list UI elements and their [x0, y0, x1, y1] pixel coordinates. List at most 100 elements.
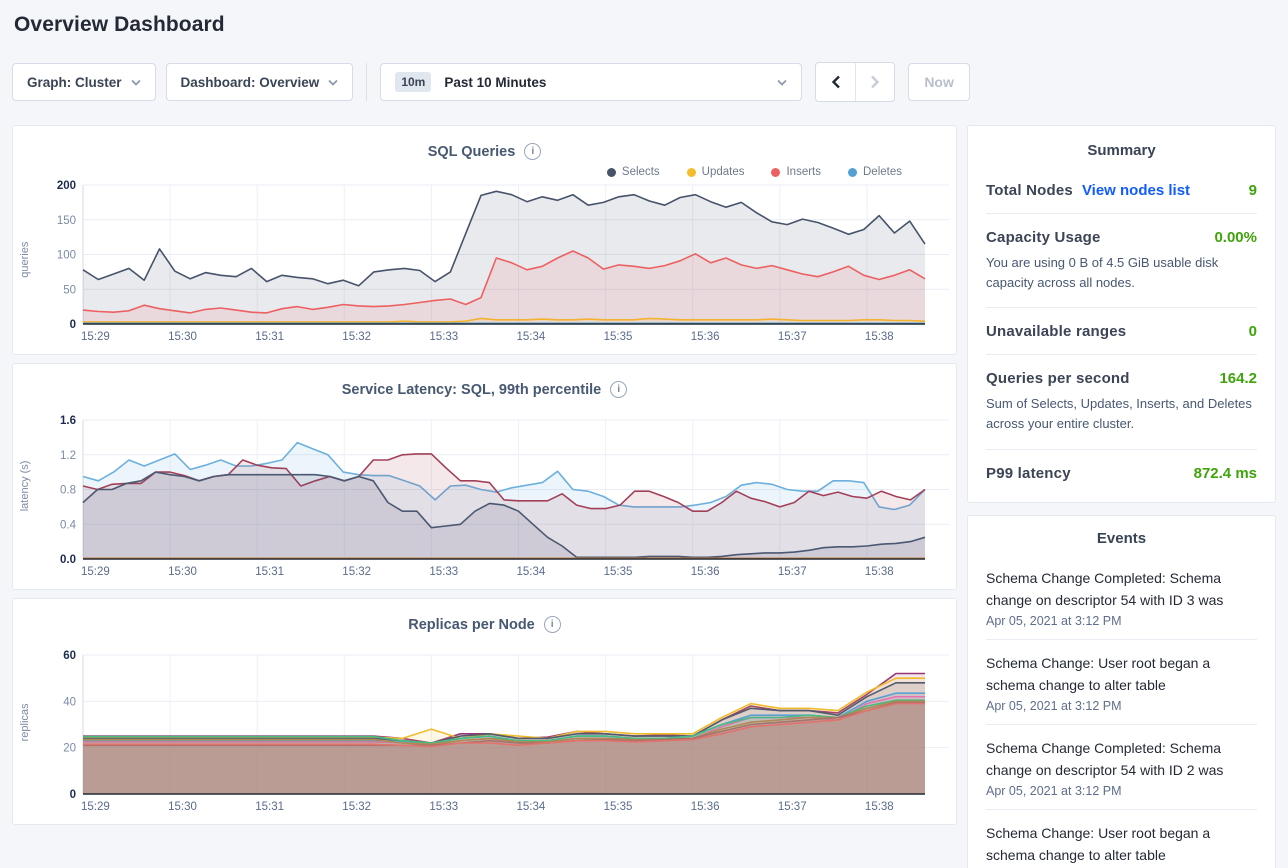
time-step-buttons — [815, 62, 895, 102]
replicas-per-node-chart[interactable]: 020406015:2915:3015:3115:3215:3315:3415:… — [21, 648, 953, 820]
legend-label: Deletes — [863, 166, 902, 178]
event-item: Schema Change: User root began a schema … — [986, 810, 1257, 868]
legend-item: Deletes — [848, 166, 902, 178]
svg-text:1.2: 1.2 — [60, 450, 76, 462]
legend-item: Inserts — [771, 166, 821, 178]
dashboard-dropdown[interactable]: Dashboard: Overview — [166, 63, 354, 101]
svg-text:15:29: 15:29 — [81, 331, 110, 343]
svg-text:15:32: 15:32 — [342, 801, 371, 813]
overview-dashboard-page: Overview Dashboard Graph: Cluster Dashbo… — [0, 0, 1288, 868]
event-item: Schema Change Completed: Schema change o… — [986, 725, 1257, 810]
svg-text:15:34: 15:34 — [517, 331, 546, 343]
svg-text:200: 200 — [57, 180, 76, 192]
y-axis-unit-label: queries — [19, 242, 31, 278]
svg-text:15:38: 15:38 — [865, 566, 894, 578]
summary-value: 0.00% — [1214, 229, 1257, 246]
time-range-label: Past 10 Minutes — [444, 75, 546, 90]
event-timestamp: Apr 05, 2021 at 3:12 PM — [986, 614, 1257, 628]
chart-title-row: SQL Queries i — [13, 126, 956, 160]
chart-body: replicas 020406015:2915:3015:3115:3215:3… — [13, 633, 956, 820]
summary-subtext: Sum of Selects, Updates, Inserts, and De… — [986, 394, 1257, 434]
svg-text:150: 150 — [57, 215, 76, 227]
svg-text:15:36: 15:36 — [691, 801, 720, 813]
svg-text:15:32: 15:32 — [342, 331, 371, 343]
svg-text:40: 40 — [63, 696, 76, 708]
now-button[interactable]: Now — [908, 63, 970, 101]
svg-text:50: 50 — [63, 284, 76, 296]
svg-text:15:30: 15:30 — [168, 566, 197, 578]
legend-label: Inserts — [786, 166, 821, 178]
svg-text:15:32: 15:32 — [342, 566, 371, 578]
events-panel: Events Schema Change Completed: Schema c… — [967, 515, 1276, 868]
chart-legend: Selects Updates Inserts Deletes — [13, 160, 956, 178]
summary-value: 872.4 ms — [1194, 465, 1257, 482]
view-nodes-list-link[interactable]: View nodes list — [1082, 182, 1190, 199]
summary-row-unavailable-ranges: Unavailable ranges 0 — [986, 307, 1257, 354]
svg-text:15:38: 15:38 — [865, 331, 894, 343]
sql-queries-chart-panel: SQL Queries i Selects Updates Inserts De… — [12, 125, 957, 355]
sql-queries-chart[interactable]: 0 50 100 150 200 15:29 15:30 15:31 15:32 15:33 15:… — [21, 178, 953, 350]
event-item: Schema Change: User root began a schema … — [986, 640, 1257, 725]
summary-value: 9 — [1249, 182, 1257, 199]
svg-text:0: 0 — [70, 319, 76, 331]
svg-text:60: 60 — [63, 650, 76, 662]
charts-column: SQL Queries i Selects Updates Inserts De… — [12, 125, 957, 825]
summary-row-p99-latency: P99 latency 872.4 ms — [986, 449, 1257, 496]
svg-text:15:37: 15:37 — [778, 801, 807, 813]
svg-text:15:33: 15:33 — [429, 331, 458, 343]
chevron-right-icon — [870, 75, 880, 89]
chart-title-row: Service Latency: SQL, 99th percentile i — [13, 364, 956, 398]
summary-label: Queries per second — [986, 370, 1130, 387]
graph-dropdown[interactable]: Graph: Cluster — [12, 63, 156, 101]
graph-dropdown-label: Graph: Cluster — [27, 75, 122, 90]
svg-text:15:36: 15:36 — [691, 331, 720, 343]
event-timestamp: Apr 05, 2021 at 3:12 PM — [986, 784, 1257, 798]
chart-body: queries 0 50 100 150 200 15:29 15:30 15:31 15:32… — [13, 178, 956, 350]
info-icon[interactable]: i — [524, 143, 541, 160]
svg-text:0.8: 0.8 — [60, 485, 76, 497]
service-latency-chart-panel: Service Latency: SQL, 99th percentile i … — [12, 363, 957, 590]
event-text: Schema Change: User root began a schema … — [986, 822, 1257, 866]
info-icon[interactable]: i — [544, 616, 561, 633]
time-forward-button[interactable] — [855, 63, 894, 101]
svg-text:20: 20 — [63, 743, 76, 755]
time-range-dropdown[interactable]: 10m Past 10 Minutes — [380, 63, 802, 101]
time-back-button[interactable] — [816, 63, 855, 101]
legend-item: Updates — [687, 166, 745, 178]
svg-text:100: 100 — [57, 250, 76, 262]
event-item: Schema Change Completed: Schema change o… — [986, 555, 1257, 640]
svg-text:15:30: 15:30 — [168, 331, 197, 343]
replicas-per-node-chart-panel: Replicas per Node i replicas 020406015:2… — [12, 598, 957, 825]
summary-subtext: You are using 0 B of 4.5 GiB usable disk… — [986, 253, 1257, 293]
summary-label: P99 latency — [986, 465, 1071, 482]
svg-text:15:34: 15:34 — [517, 801, 546, 813]
summary-row-queries-per-second: Queries per second 164.2 Sum of Selects,… — [986, 354, 1257, 448]
svg-text:15:34: 15:34 — [517, 566, 546, 578]
svg-text:15:33: 15:33 — [429, 801, 458, 813]
summary-value: 164.2 — [1219, 370, 1257, 387]
chevron-down-icon — [328, 79, 338, 86]
summary-title: Summary — [986, 142, 1257, 167]
summary-value: 0 — [1249, 323, 1257, 340]
y-axis-unit-label: latency (s) — [19, 460, 31, 511]
event-text: Schema Change Completed: Schema change o… — [986, 567, 1257, 611]
info-icon[interactable]: i — [610, 381, 627, 398]
summary-row-total-nodes: Total Nodes View nodes list 9 — [986, 167, 1257, 213]
svg-text:15:31: 15:31 — [255, 331, 284, 343]
svg-text:15:37: 15:37 — [778, 566, 807, 578]
service-latency-chart[interactable]: 0.00.40.81.21.615:2915:3015:3115:3215:33… — [21, 413, 953, 585]
summary-row-capacity-usage: Capacity Usage 0.00% You are using 0 B o… — [986, 213, 1257, 307]
summary-panel: Summary Total Nodes View nodes list 9 Ca… — [967, 125, 1276, 503]
time-range-badge: 10m — [395, 72, 431, 92]
legend-dot — [687, 168, 696, 177]
chart-title: SQL Queries — [428, 144, 516, 160]
chart-title: Service Latency: SQL, 99th percentile — [342, 382, 602, 398]
event-text: Schema Change: User root began a schema … — [986, 652, 1257, 696]
svg-text:1.6: 1.6 — [60, 415, 76, 427]
svg-text:15:35: 15:35 — [604, 566, 633, 578]
svg-text:15:37: 15:37 — [778, 331, 807, 343]
svg-text:15:38: 15:38 — [865, 801, 894, 813]
legend-dot — [607, 168, 616, 177]
legend-dot — [771, 168, 780, 177]
svg-text:15:33: 15:33 — [429, 566, 458, 578]
